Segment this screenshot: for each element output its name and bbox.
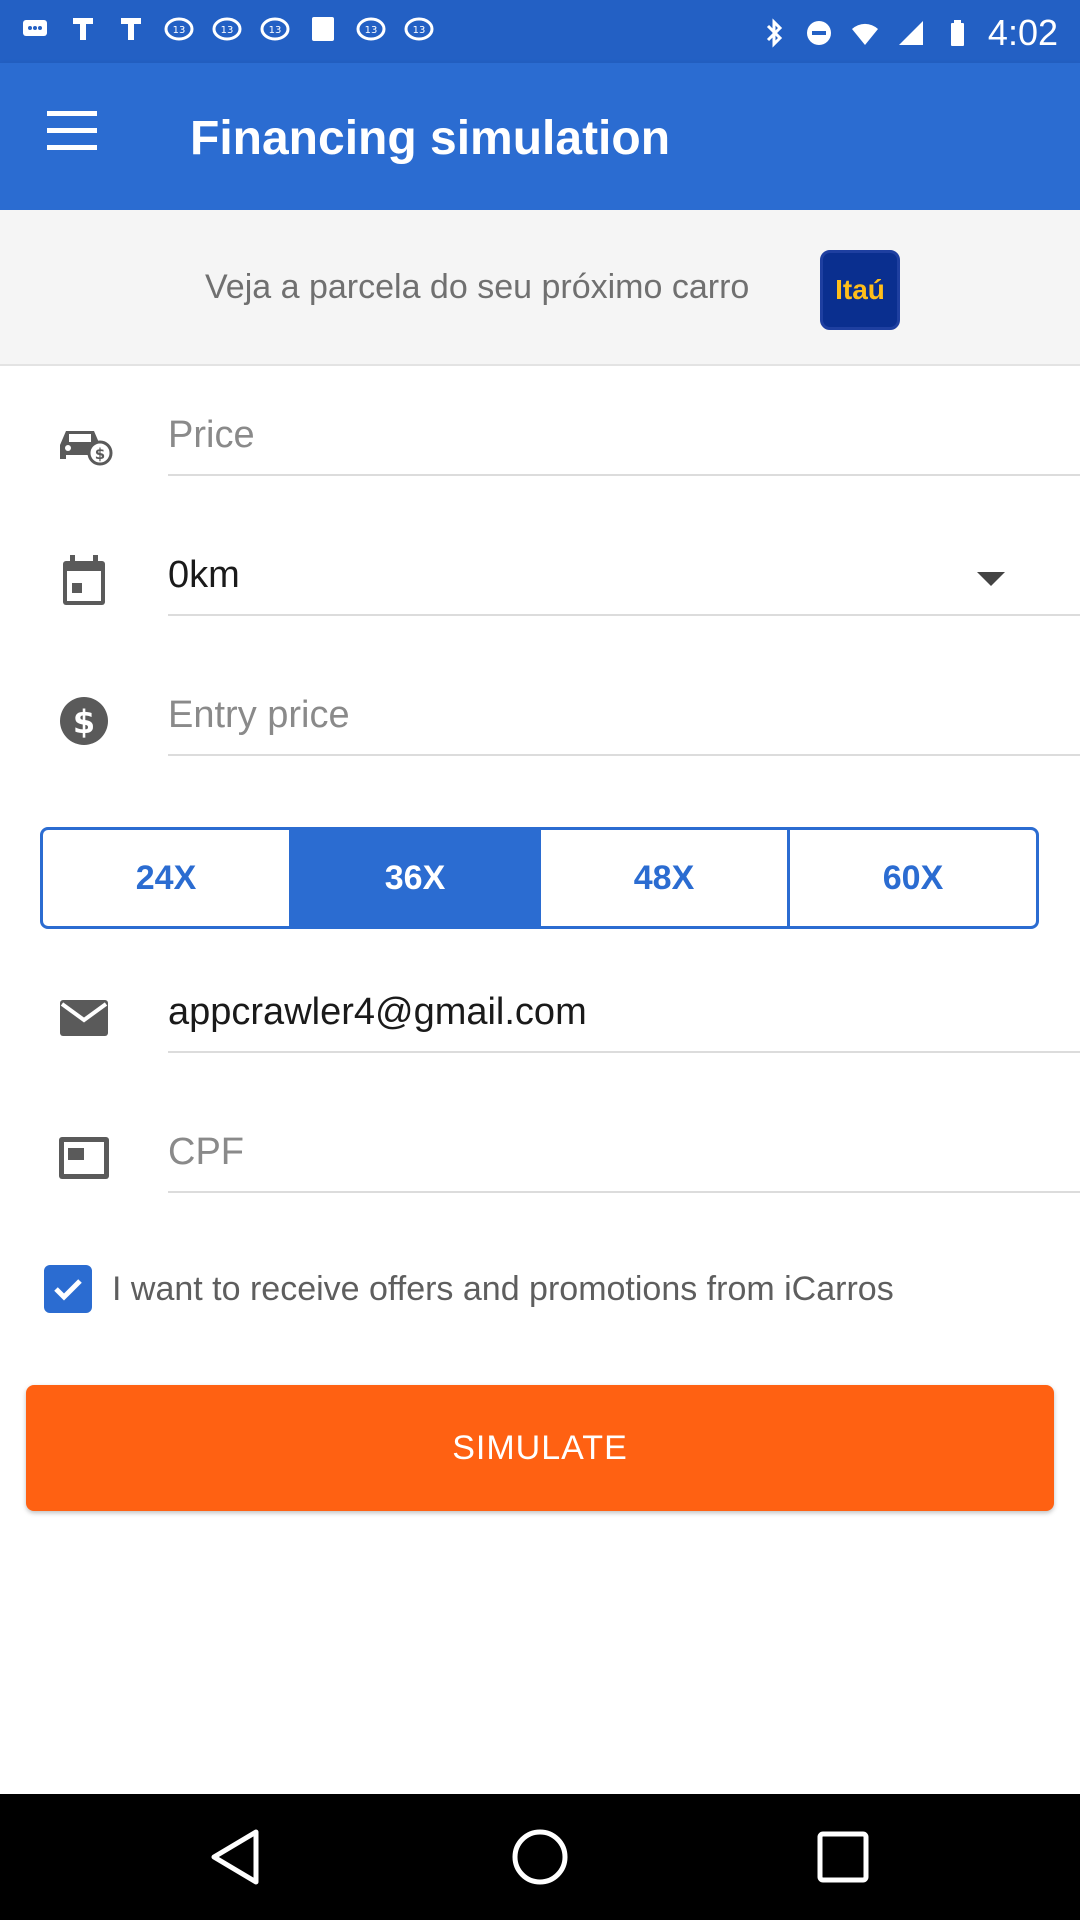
tv-channel-icon: 13 — [164, 14, 194, 44]
svg-text:$: $ — [95, 445, 105, 463]
email-row: appcrawler4@gmail.com — [0, 943, 1080, 1083]
email-icon — [52, 993, 116, 1043]
status-time: 4:02 — [987, 12, 1058, 53]
cellular-signal-icon — [896, 18, 926, 48]
entry-price-input[interactable]: Entry price — [168, 676, 1080, 756]
price-input[interactable]: Price — [168, 396, 1080, 476]
condition-row: 0km — [0, 506, 1080, 646]
promo-banner: Veja a parcela do seu próximo carro Itaú — [0, 210, 1080, 366]
do-not-disturb-icon — [804, 18, 834, 48]
simulate-button[interactable]: SIMULATE — [26, 1385, 1054, 1511]
car-price-icon: $ — [52, 416, 116, 466]
calendar-icon — [52, 555, 116, 606]
installment-option-48x[interactable]: 48X — [541, 830, 790, 926]
status-bar-system: 4:02 — [758, 12, 1058, 54]
tv-channel-icon: 13 — [404, 14, 434, 44]
offers-checkbox-row: I want to receive offers and promotions … — [44, 1265, 894, 1313]
svg-text:13: 13 — [365, 25, 378, 36]
svg-text:13: 13 — [413, 25, 426, 36]
checkmark-icon — [54, 1279, 82, 1301]
blank-notification-icon — [308, 14, 338, 44]
condition-select[interactable]: 0km — [168, 536, 1080, 616]
installment-option-36x[interactable]: 36X — [292, 830, 541, 926]
cpf-input[interactable]: CPF — [168, 1113, 1080, 1193]
notification-icon — [116, 14, 146, 44]
bluetooth-icon — [758, 18, 788, 48]
price-row: $ Price — [0, 366, 1080, 506]
svg-text:$: $ — [73, 703, 95, 741]
banner-text: Veja a parcela do seu próximo carro — [205, 268, 750, 306]
email-field[interactable]: appcrawler4@gmail.com — [168, 973, 1080, 1053]
svg-text:13: 13 — [269, 25, 282, 36]
installment-option-24x[interactable]: 24X — [43, 830, 292, 926]
offers-checkbox-label[interactable]: I want to receive offers and promotions … — [112, 1270, 894, 1309]
svg-text:13: 13 — [221, 25, 234, 36]
notification-icon — [68, 14, 98, 44]
dollar-icon: $ — [52, 696, 116, 746]
status-bar: 13 13 13 13 13 4:02 — [0, 0, 1080, 63]
back-icon[interactable] — [204, 1824, 270, 1890]
tv-channel-icon: 13 — [212, 14, 242, 44]
condition-value: 0km — [168, 553, 240, 596]
id-card-icon — [52, 1133, 116, 1183]
wifi-icon — [850, 18, 880, 48]
page-title: Financing simulation — [190, 112, 671, 165]
recents-icon[interactable] — [810, 1824, 876, 1890]
itau-logo-text: Itaú — [835, 274, 885, 305]
messages-icon — [20, 14, 50, 44]
installment-option-60x[interactable]: 60X — [790, 830, 1036, 926]
navigation-bar — [0, 1794, 1080, 1920]
entry-price-row: $ Entry price — [0, 646, 1080, 786]
offers-checkbox[interactable] — [44, 1265, 92, 1313]
home-icon[interactable] — [507, 1824, 573, 1890]
dropdown-arrow-icon — [977, 572, 1005, 586]
hamburger-menu-icon[interactable] — [42, 111, 102, 161]
status-bar-notifications: 13 13 13 13 13 — [20, 14, 434, 44]
tv-channel-icon: 13 — [356, 14, 386, 44]
svg-text:13: 13 — [173, 25, 186, 36]
battery-icon — [942, 18, 972, 48]
itau-logo: Itaú — [820, 250, 900, 330]
tv-channel-icon: 13 — [260, 14, 290, 44]
app-bar: Financing simulation — [0, 63, 1080, 210]
cpf-row: CPF — [0, 1083, 1080, 1223]
installment-selector: 24X 36X 48X 60X — [40, 827, 1039, 929]
